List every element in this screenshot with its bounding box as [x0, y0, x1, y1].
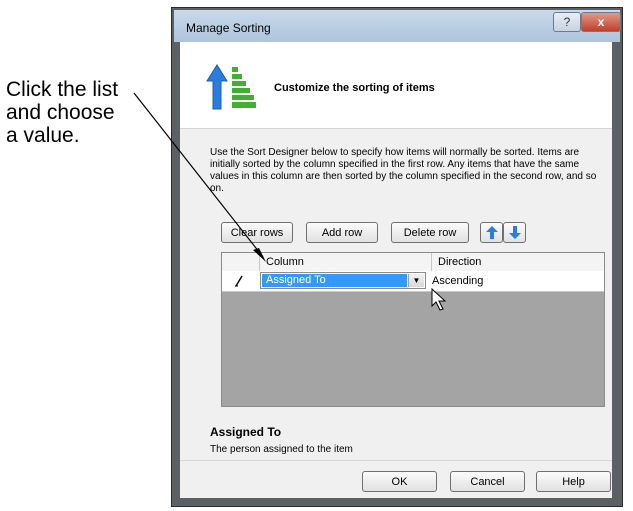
row-indicator-header: [222, 253, 260, 271]
grid-header: Column Direction: [222, 253, 604, 272]
column-header-column[interactable]: Column: [260, 253, 432, 271]
callout-line-3: a value.: [6, 124, 80, 147]
manage-sorting-dialog: Manage Sorting ? x Customize the sorting…: [171, 7, 623, 507]
selected-column-value[interactable]: Assigned To: [262, 274, 407, 287]
help-button[interactable]: Help: [536, 471, 611, 492]
move-down-button[interactable]: [503, 222, 526, 243]
header-band: Customize the sorting of items: [180, 42, 612, 129]
footer-divider: [180, 460, 612, 461]
arrow-up-icon: [485, 226, 498, 239]
callout-annotation: Click the list and choose a value.: [6, 78, 156, 147]
header-title: Customize the sorting of items: [274, 82, 435, 94]
dropdown-arrow-icon[interactable]: ▼: [408, 274, 424, 287]
callout-line-1: Click the list: [6, 78, 119, 101]
delete-row-button[interactable]: Delete row: [391, 222, 469, 243]
info-title: Assigned To: [210, 425, 282, 439]
dialog-client-area: Customize the sorting of items Use the S…: [180, 42, 612, 498]
ok-button[interactable]: OK: [362, 471, 437, 492]
title-bar: Manage Sorting ? x: [174, 10, 621, 42]
pencil-icon: [235, 275, 243, 287]
close-button[interactable]: x: [581, 12, 621, 32]
close-icon: x: [597, 15, 605, 29]
sort-arrow-icon: [206, 64, 256, 110]
info-text: The person assigned to the item: [210, 444, 353, 455]
column-select[interactable]: Assigned To ▼: [260, 272, 426, 289]
description-text: Use the Sort Designer below to specify h…: [210, 147, 597, 194]
arrow-down-icon: [508, 226, 521, 239]
table-row[interactable]: Assigned To ▼ Ascending: [222, 271, 604, 292]
window-title: Manage Sorting: [186, 21, 271, 35]
column-header-direction[interactable]: Direction: [432, 253, 604, 271]
help-title-button[interactable]: ?: [553, 12, 581, 32]
move-up-button[interactable]: [480, 222, 503, 243]
callout-line-2: and choose: [6, 101, 115, 124]
add-row-button[interactable]: Add row: [306, 222, 378, 243]
sort-designer-grid: Column Direction Assigned To ▼ Ascending: [221, 252, 605, 407]
question-icon: ?: [563, 15, 571, 29]
cancel-button[interactable]: Cancel: [450, 471, 525, 492]
clear-rows-button[interactable]: Clear rows: [221, 222, 293, 243]
direction-cell[interactable]: Ascending: [432, 271, 483, 291]
